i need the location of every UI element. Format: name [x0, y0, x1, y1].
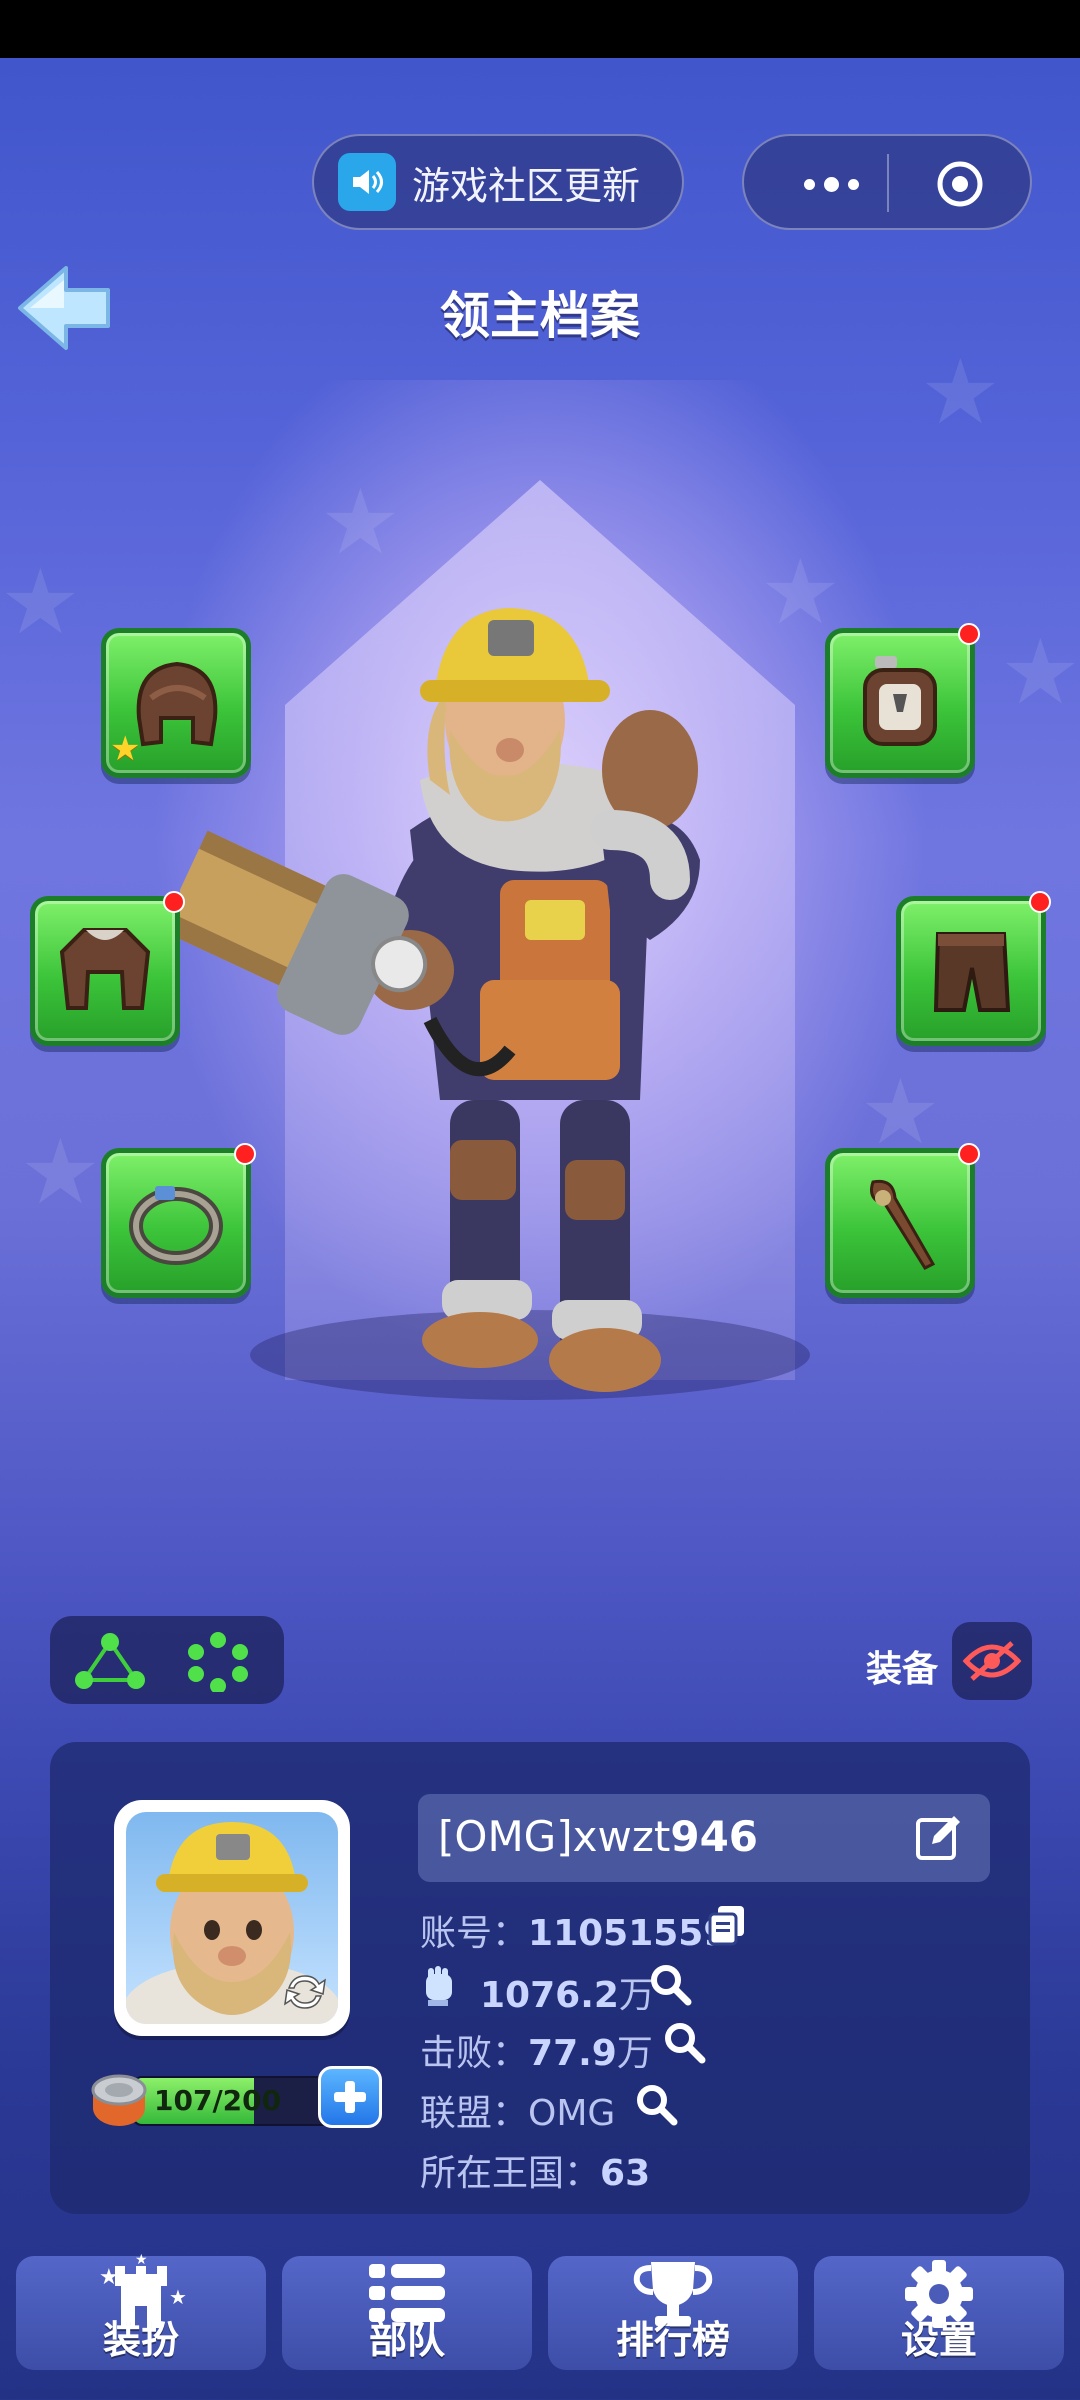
kingdom-value: 63 — [600, 2153, 651, 2194]
eye-hidden-icon — [962, 1641, 1022, 1681]
alliance-row: 联盟：OMG — [420, 2084, 615, 2136]
star-decoration: ★ — [0, 550, 81, 655]
account-row: 账号：11051559 — [420, 1904, 728, 1956]
gear-slot-weapon[interactable] — [825, 1143, 980, 1298]
skill-toggle-group — [50, 1616, 284, 1704]
miniapp-capsule — [742, 134, 1032, 230]
power-fist-icon — [426, 1966, 452, 2006]
ring-icon — [129, 1186, 223, 1265]
more-options-icon[interactable] — [786, 166, 876, 202]
defeat-value: 77.9 — [528, 2033, 617, 2074]
nav-dress-up-label: 装扮 — [102, 2318, 179, 2362]
search-icon[interactable] — [634, 2082, 678, 2126]
alliance-value: OMG — [528, 2093, 616, 2134]
lord-character — [180, 608, 700, 1392]
capsule-divider — [887, 154, 889, 212]
nav-leaderboard[interactable]: 排行榜 — [548, 2256, 798, 2370]
svg-text:★: ★ — [169, 2285, 187, 2309]
speaker-icon — [338, 153, 396, 211]
power-value: 1076.2 — [480, 1975, 619, 2016]
star-badge-icon: ★ — [110, 729, 141, 769]
defeat-unit: 万 — [616, 2033, 653, 2074]
add-energy-button[interactable] — [318, 2066, 382, 2128]
energy-value: 107/200 — [154, 2084, 282, 2117]
account-label: 账号： — [420, 1913, 529, 1954]
community-update-label: 游戏社区更新 — [412, 163, 641, 208]
gear-slot-helmet[interactable]: ★ — [101, 628, 251, 778]
copy-icon[interactable] — [706, 1902, 748, 1946]
svg-text:★: ★ — [99, 2265, 119, 2290]
nav-leaderboard-label: 排行榜 — [615, 2318, 730, 2362]
gear-slot-amulet[interactable] — [825, 623, 980, 778]
gear-slot-pants[interactable] — [896, 891, 1051, 1046]
notification-dot — [958, 1143, 980, 1165]
defeat-row: 击败：77.9万 — [420, 2024, 653, 2076]
nav-settings-label: 设置 — [900, 2318, 977, 2362]
gear-slot-jacket[interactable] — [30, 891, 185, 1046]
svg-text:★: ★ — [135, 2254, 148, 2268]
equip-visibility-toggle[interactable] — [952, 1622, 1032, 1700]
star-decoration: ★ — [20, 1120, 101, 1225]
notification-dot — [163, 891, 185, 913]
search-icon[interactable] — [648, 1962, 692, 2006]
swap-avatar-icon[interactable] — [281, 1970, 329, 2014]
star-decoration: ★ — [320, 470, 401, 575]
notification-dot — [234, 1143, 256, 1165]
ring-nodes-icon[interactable] — [180, 1632, 256, 1692]
search-icon[interactable] — [662, 2020, 706, 2064]
player-name: [OMG]xwzt946 — [438, 1812, 759, 1861]
avatar[interactable] — [114, 1800, 350, 2036]
pants-icon — [933, 932, 1011, 1012]
defeat-label: 击败： — [420, 2033, 529, 2074]
account-value: 11051559 — [528, 1913, 729, 1954]
kingdom-row: 所在王国：63 — [420, 2144, 650, 2196]
notification-dot — [958, 623, 980, 645]
staff-icon — [870, 1179, 936, 1270]
plus-icon — [334, 2081, 366, 2113]
kingdom-label: 所在王国： — [420, 2153, 601, 2194]
status-bar — [0, 0, 1080, 58]
equip-label: 装备 — [866, 1649, 939, 1690]
avatar-portrait — [126, 1812, 338, 2024]
star-decoration: ★ — [920, 340, 1001, 445]
amulet-icon — [863, 656, 937, 746]
nav-troops[interactable]: 部队 — [282, 2256, 532, 2370]
power-row: 1076.2万 — [480, 1966, 655, 2018]
close-miniapp-icon[interactable] — [936, 160, 984, 208]
nav-dress-up[interactable]: ★ ★ ★ 装扮 — [16, 2254, 266, 2370]
triangle-nodes-icon[interactable] — [72, 1632, 148, 1692]
star-decoration: ★ — [1000, 620, 1080, 725]
nav-troops-label: 部队 — [368, 2318, 445, 2362]
alliance-label: 联盟： — [420, 2093, 529, 2134]
community-update-button[interactable]: 游戏社区更新 — [312, 134, 684, 230]
gear-slot-ring[interactable] — [101, 1143, 256, 1298]
page-title: 领主档案 — [440, 287, 640, 345]
energy-can-icon — [91, 2074, 147, 2126]
nav-settings[interactable]: 设置 — [814, 2256, 1064, 2370]
notification-dot — [1029, 891, 1051, 913]
player-name-field[interactable]: [OMG]xwzt946 — [418, 1794, 990, 1882]
jacket-icon — [59, 928, 151, 1010]
edit-name-icon[interactable] — [914, 1812, 964, 1862]
